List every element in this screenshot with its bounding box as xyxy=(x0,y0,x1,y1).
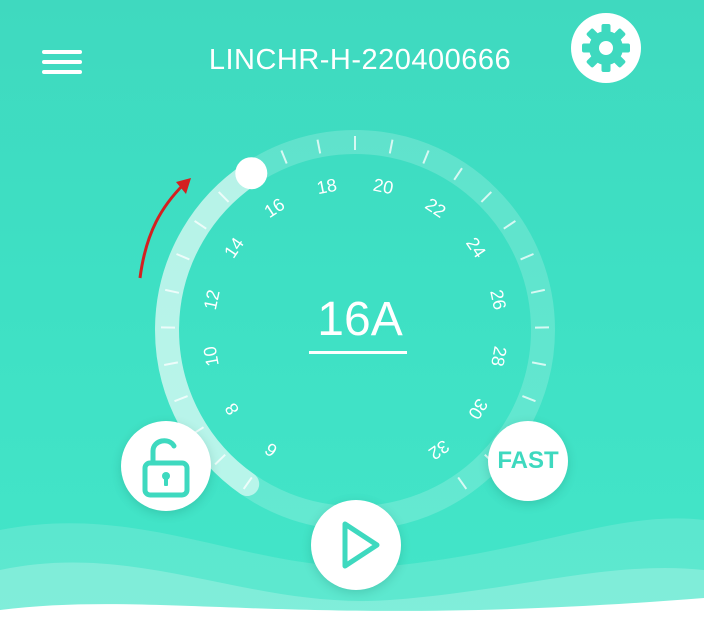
lock-button[interactable] xyxy=(121,421,211,511)
dial-tick-label: 30 xyxy=(464,395,492,423)
current-underline xyxy=(309,351,407,354)
dial-tick-label: 6 xyxy=(261,439,281,461)
dial-tick-label: 28 xyxy=(487,345,510,368)
dial-tick-label: 16 xyxy=(261,194,289,222)
dial-tick-label: 8 xyxy=(221,399,243,418)
dial-tick-label: 14 xyxy=(220,234,248,262)
dial-tick-label: 10 xyxy=(200,345,223,368)
dial-tick-label: 18 xyxy=(315,175,339,199)
fast-charge-button[interactable]: FAST xyxy=(488,421,568,501)
current-value-display: 16A xyxy=(317,293,403,346)
dial-tick-label: 24 xyxy=(462,234,490,262)
unlocked-padlock-icon xyxy=(142,438,190,498)
dial-tick-label: 20 xyxy=(371,175,395,199)
dial-tick-label: 32 xyxy=(425,436,453,464)
dial-handle[interactable] xyxy=(235,157,268,190)
charger-app-screen: LINCHR-H-220400666 6 8 10 12 14 16 18 20 22 24 26 2… xyxy=(0,0,704,643)
play-icon xyxy=(342,521,380,569)
dial-tick-label: 12 xyxy=(200,288,224,312)
fast-label: FAST xyxy=(497,447,559,474)
start-charging-button[interactable] xyxy=(311,500,401,590)
dial-tick-label: 22 xyxy=(422,194,450,222)
dial-tick-label: 26 xyxy=(486,288,510,312)
